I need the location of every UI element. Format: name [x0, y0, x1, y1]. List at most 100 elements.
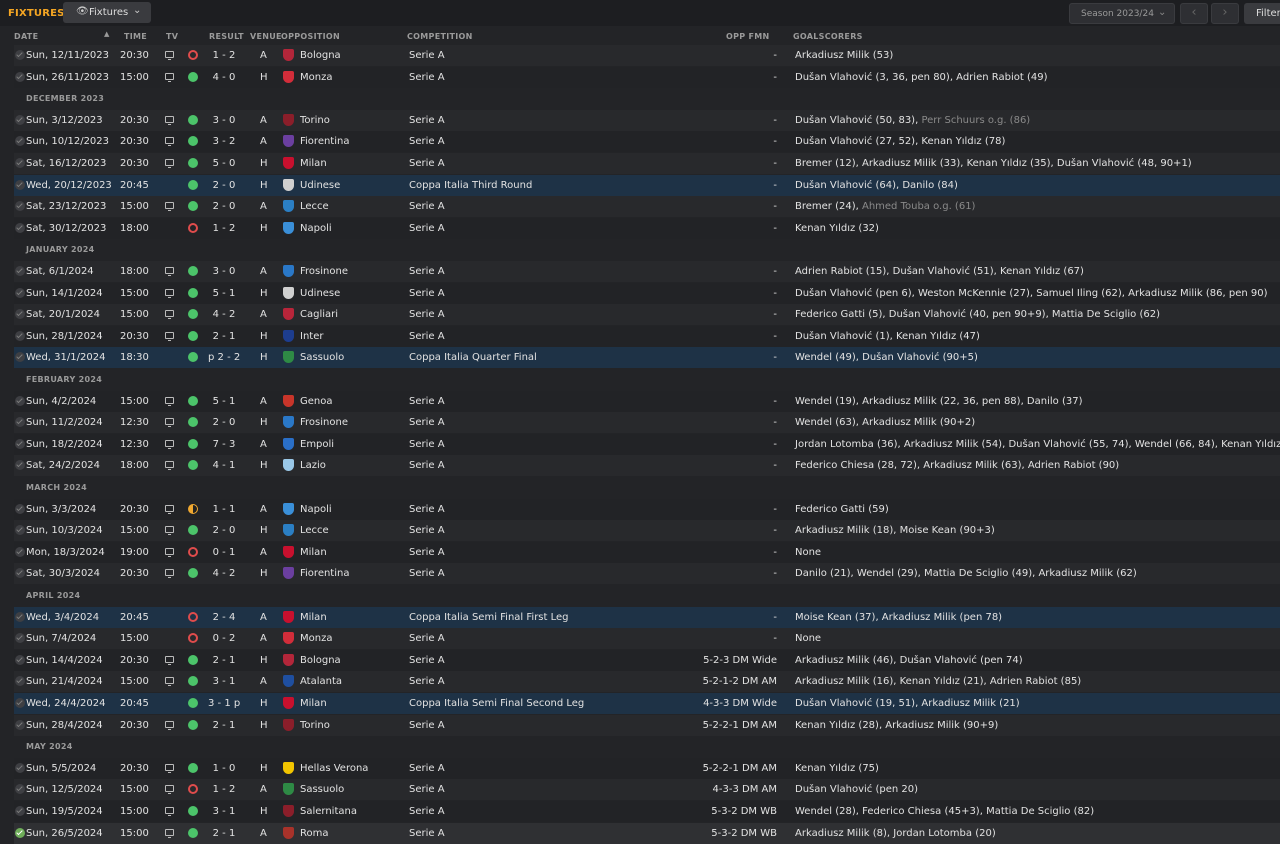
- competition-name[interactable]: Coppa Italia Quarter Final: [409, 352, 537, 363]
- fixture-row[interactable]: Mon, 18/3/2024 19:00 0 - 1 A Milan Serie A - No…: [14, 542, 1280, 563]
- check-icon[interactable]: [15, 504, 25, 514]
- fixture-score[interactable]: 2 - 4: [208, 612, 240, 623]
- fixture-row[interactable]: Sun, 11/2/2024 12:30 2 - 0 H Frosinone Serie …: [14, 412, 1280, 433]
- competition-name[interactable]: Serie A: [409, 50, 445, 61]
- fixture-score[interactable]: 5 - 1: [208, 288, 240, 299]
- competition-name[interactable]: Serie A: [409, 828, 445, 839]
- fixture-date[interactable]: Sun, 26/5/2024: [26, 828, 103, 839]
- check-icon[interactable]: [15, 266, 25, 276]
- fixture-date[interactable]: Sun, 19/5/2024: [26, 806, 103, 817]
- fixture-row[interactable]: Sun, 5/5/2024 20:30 1 - 0 H Hellas Verona Ser…: [14, 758, 1280, 779]
- opposition-name[interactable]: Bologna: [300, 655, 341, 666]
- opposition-name[interactable]: Monza: [300, 72, 332, 83]
- fixture-date[interactable]: Sun, 14/1/2024: [26, 288, 103, 299]
- fixture-date[interactable]: Sat, 20/1/2024: [26, 309, 100, 320]
- check-icon[interactable]: [15, 612, 25, 622]
- opposition-name[interactable]: Torino: [300, 720, 330, 731]
- fixture-date[interactable]: Wed, 3/4/2024: [26, 612, 99, 623]
- check-icon[interactable]: [15, 223, 25, 233]
- fixture-row[interactable]: Sun, 3/3/2024 20:30 1 - 1 A Napoli Serie A - Fe…: [14, 499, 1280, 520]
- fixture-score[interactable]: 4 - 1: [208, 460, 240, 471]
- fixture-row[interactable]: Sun, 10/3/2024 15:00 2 - 0 H Lecce Serie A - Ar…: [14, 520, 1280, 541]
- fixture-date[interactable]: Sun, 5/5/2024: [26, 763, 96, 774]
- competition-name[interactable]: Serie A: [409, 439, 445, 450]
- competition-name[interactable]: Serie A: [409, 460, 445, 471]
- opposition-name[interactable]: Cagliari: [300, 309, 338, 320]
- competition-name[interactable]: Serie A: [409, 331, 445, 342]
- opposition-name[interactable]: Udinese: [300, 180, 340, 191]
- opposition-name[interactable]: Milan: [300, 698, 327, 709]
- check-icon[interactable]: [15, 784, 25, 794]
- fixture-score[interactable]: p 2 - 2: [208, 352, 240, 363]
- opposition-name[interactable]: Sassuolo: [300, 352, 344, 363]
- fixture-score[interactable]: 0 - 2: [208, 633, 240, 644]
- column-header-goalscorers[interactable]: GOALSCORERS: [793, 32, 863, 41]
- competition-name[interactable]: Coppa Italia Semi Final First Leg: [409, 612, 569, 623]
- fixture-date[interactable]: Wed, 24/4/2024: [26, 698, 105, 709]
- fixture-row[interactable]: Wed, 20/12/2023 20:45 2 - 0 H Udinese Coppa I…: [14, 175, 1280, 196]
- fixture-row[interactable]: Sat, 24/2/2024 18:00 4 - 1 H Lazio Serie A - Fe…: [14, 455, 1280, 476]
- view-dropdown[interactable]: 👁 Fixtures ⌄: [63, 2, 151, 23]
- column-header-time[interactable]: TIME: [124, 32, 147, 41]
- opposition-name[interactable]: Udinese: [300, 288, 340, 299]
- competition-name[interactable]: Serie A: [409, 676, 445, 687]
- competition-name[interactable]: Serie A: [409, 547, 445, 558]
- opposition-name[interactable]: Genoa: [300, 396, 333, 407]
- check-icon[interactable]: [15, 331, 25, 341]
- check-icon[interactable]: [15, 50, 25, 60]
- fixture-date[interactable]: Sat, 23/12/2023: [26, 201, 106, 212]
- fixture-row[interactable]: Sat, 30/12/2023 18:00 1 - 2 H Napoli Serie A -…: [14, 218, 1280, 239]
- competition-name[interactable]: Serie A: [409, 633, 445, 644]
- check-icon[interactable]: [15, 158, 25, 168]
- competition-name[interactable]: Serie A: [409, 525, 445, 536]
- column-header-result[interactable]: RESULT: [209, 32, 244, 41]
- check-icon[interactable]: [15, 698, 25, 708]
- opposition-name[interactable]: Milan: [300, 158, 327, 169]
- fixture-date[interactable]: Wed, 20/12/2023: [26, 180, 112, 191]
- opposition-name[interactable]: Fiorentina: [300, 568, 349, 579]
- check-icon[interactable]: [15, 288, 25, 298]
- check-icon[interactable]: [15, 417, 25, 427]
- fixture-row[interactable]: Sun, 14/4/2024 20:30 2 - 1 H Bologna Serie A 5…: [14, 650, 1280, 671]
- fixture-date[interactable]: Sun, 11/2/2024: [26, 417, 103, 428]
- check-icon[interactable]: [15, 115, 25, 125]
- competition-name[interactable]: Serie A: [409, 201, 445, 212]
- fixture-date[interactable]: Sun, 4/2/2024: [26, 396, 96, 407]
- fixture-date[interactable]: Sun, 10/3/2024: [26, 525, 103, 536]
- fixture-score[interactable]: 4 - 2: [208, 568, 240, 579]
- fixture-score[interactable]: 3 - 1 p: [208, 698, 240, 709]
- fixture-date[interactable]: Sun, 12/5/2024: [26, 784, 103, 795]
- competition-name[interactable]: Serie A: [409, 655, 445, 666]
- check-icon[interactable]: [15, 460, 25, 470]
- fixture-date[interactable]: Sat, 16/12/2023: [26, 158, 106, 169]
- fixture-date[interactable]: Wed, 31/1/2024: [26, 352, 105, 363]
- filter-button[interactable]: Filter: [1244, 3, 1280, 24]
- fixture-row[interactable]: Sun, 14/1/2024 15:00 5 - 1 H Udinese Serie A -…: [14, 283, 1280, 304]
- fixture-row[interactable]: Sat, 20/1/2024 15:00 4 - 2 A Cagliari Serie A…: [14, 304, 1280, 325]
- check-icon[interactable]: [15, 806, 25, 816]
- fixture-score[interactable]: 1 - 1: [208, 504, 240, 515]
- fixture-score[interactable]: 5 - 1: [208, 396, 240, 407]
- column-header-opp-fmn[interactable]: OPP FMN: [726, 32, 770, 41]
- fixture-score[interactable]: 0 - 1: [208, 547, 240, 558]
- competition-name[interactable]: Serie A: [409, 158, 445, 169]
- column-header-competition[interactable]: COMPETITION: [407, 32, 473, 41]
- column-header-tv[interactable]: TV: [166, 32, 178, 41]
- opposition-name[interactable]: Milan: [300, 612, 327, 623]
- fixture-date[interactable]: Sat, 30/12/2023: [26, 223, 106, 234]
- check-icon[interactable]: [15, 439, 25, 449]
- fixture-score[interactable]: 3 - 1: [208, 676, 240, 687]
- fixture-score[interactable]: 2 - 1: [208, 655, 240, 666]
- fixture-score[interactable]: 2 - 0: [208, 180, 240, 191]
- opposition-name[interactable]: Frosinone: [300, 417, 348, 428]
- competition-name[interactable]: Serie A: [409, 720, 445, 731]
- fixture-date[interactable]: Sun, 18/2/2024: [26, 439, 103, 450]
- fixture-date[interactable]: Sun, 28/1/2024: [26, 331, 103, 342]
- fixture-date[interactable]: Sun, 26/11/2023: [26, 72, 109, 83]
- competition-name[interactable]: Serie A: [409, 309, 445, 320]
- fixture-row[interactable]: Wed, 31/1/2024 18:30 p 2 - 2 H Sassuolo Coppa…: [14, 347, 1280, 368]
- fixture-row[interactable]: Sun, 7/4/2024 15:00 0 - 2 A Monza Serie A - Non…: [14, 628, 1280, 649]
- previous-button[interactable]: ‹: [1180, 3, 1208, 24]
- fixture-row[interactable]: Sun, 18/2/2024 12:30 7 - 3 A Empoli Serie A - J…: [14, 434, 1280, 455]
- next-button[interactable]: ›: [1211, 3, 1239, 24]
